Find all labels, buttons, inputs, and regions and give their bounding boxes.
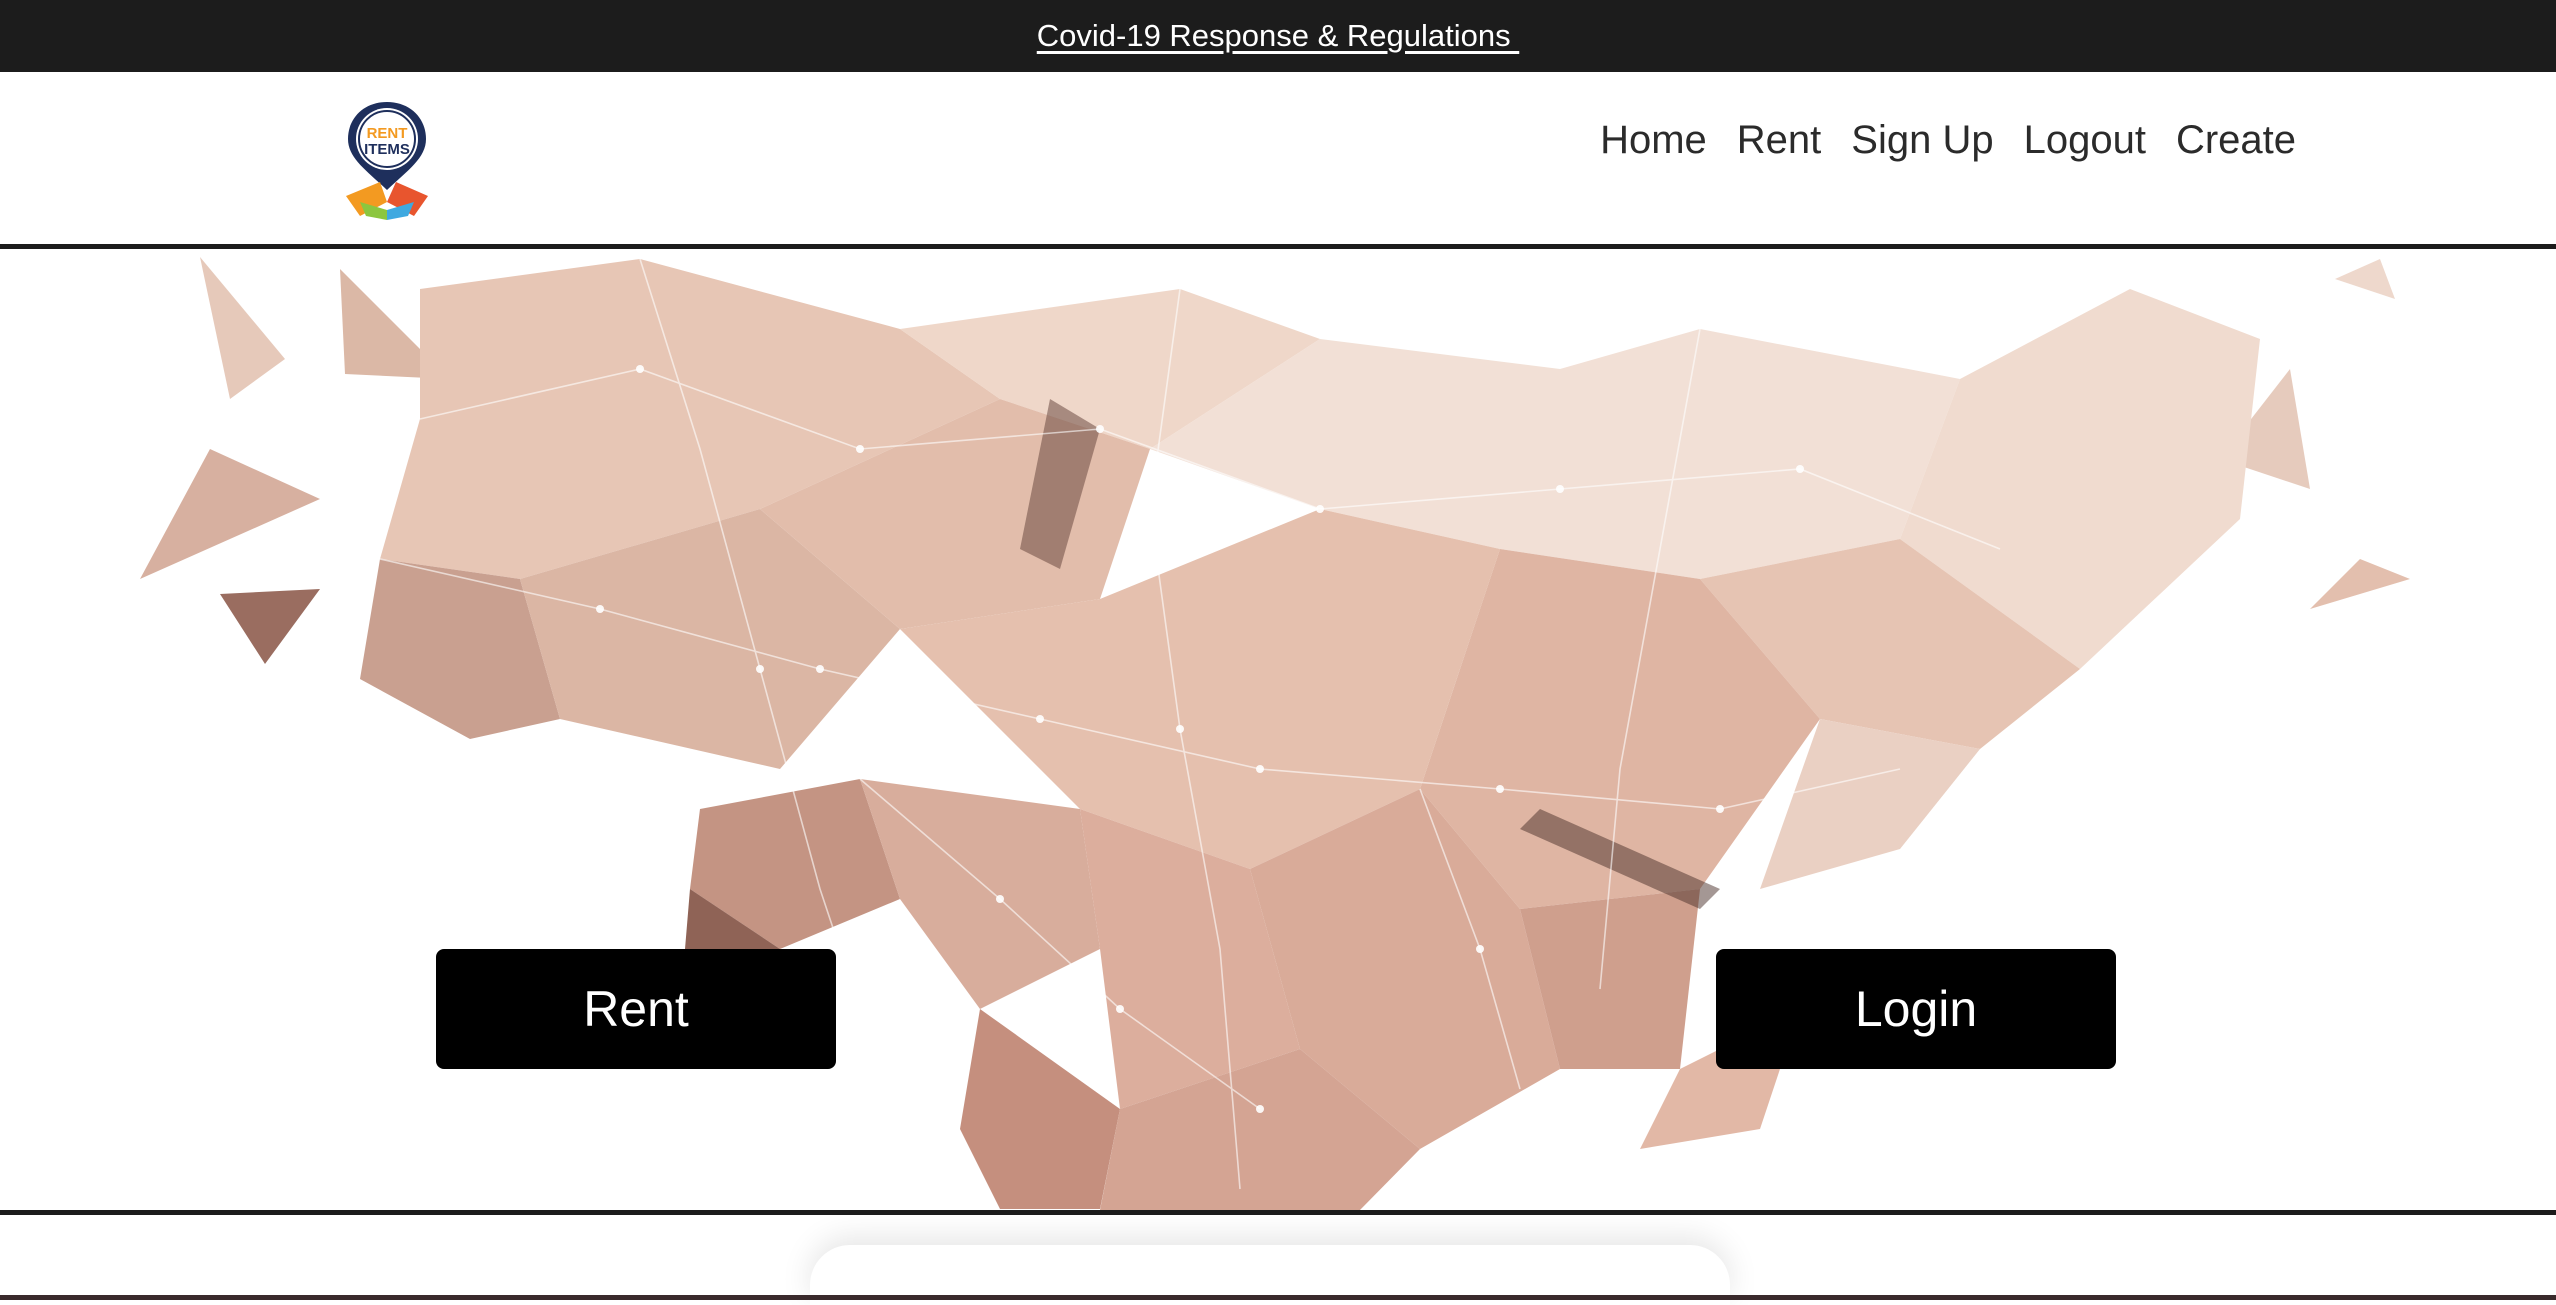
nav-sign-up[interactable]: Sign Up	[1851, 110, 1993, 170]
nav-home[interactable]: Home	[1600, 110, 1707, 170]
covid-response-link[interactable]: Covid-19 Response & Regulations	[1037, 18, 1520, 54]
login-button[interactable]: Login	[1716, 949, 2116, 1069]
nav-create[interactable]: Create	[2176, 110, 2296, 170]
announcement-bar: Covid-19 Response & Regulations	[0, 0, 2556, 72]
page-bottom-edge	[0, 1295, 2556, 1300]
logo-text-rent: RENT	[367, 125, 408, 142]
site-header: RENT ITEMS Home Rent Sign Up Logout Crea…	[0, 72, 2556, 249]
handshake-lowpoly-image	[140, 257, 2410, 1210]
rent-items-logo-icon: RENT ITEMS	[346, 102, 428, 220]
rent-button[interactable]: Rent	[436, 949, 836, 1069]
logo-text-items: ITEMS	[364, 141, 410, 158]
rent-items-logo[interactable]: RENT ITEMS	[340, 98, 434, 220]
hero-section: Rent Login	[0, 249, 2556, 1210]
main-nav: Home Rent Sign Up Logout Create	[1600, 110, 2296, 170]
nav-logout[interactable]: Logout	[2024, 110, 2146, 170]
nav-rent[interactable]: Rent	[1737, 110, 1822, 170]
